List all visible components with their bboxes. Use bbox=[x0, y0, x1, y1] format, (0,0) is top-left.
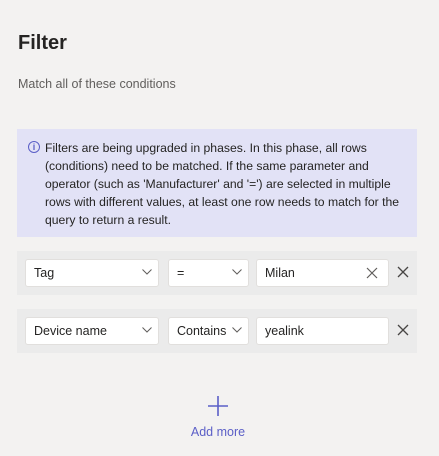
value-input[interactable]: Milan bbox=[256, 259, 389, 287]
info-banner: i Filters are being upgraded in phases. … bbox=[17, 129, 417, 237]
parameter-dropdown[interactable]: Tag bbox=[25, 259, 159, 287]
value-text: yealink bbox=[265, 324, 304, 338]
operator-dropdown[interactable]: Contains bbox=[168, 317, 249, 345]
page-title: Filter bbox=[18, 32, 67, 54]
add-more-label: Add more bbox=[190, 425, 246, 439]
value-text: Milan bbox=[265, 266, 295, 280]
chevron-down-icon bbox=[232, 268, 242, 276]
operator-value: Contains bbox=[177, 324, 227, 338]
remove-condition-icon[interactable] bbox=[397, 324, 409, 336]
condition-row: Device name Contains yealink bbox=[17, 309, 417, 353]
parameter-value: Tag bbox=[34, 266, 55, 280]
chevron-down-icon bbox=[142, 268, 152, 276]
clear-value-icon[interactable] bbox=[366, 267, 378, 279]
info-icon: i bbox=[28, 141, 40, 153]
condition-row: Tag = Milan bbox=[17, 251, 417, 295]
info-text: Filters are being upgraded in phases. In… bbox=[45, 141, 400, 227]
operator-value: = bbox=[177, 266, 185, 280]
filter-panel: Filter Match all of these conditions i F… bbox=[0, 0, 439, 456]
chevron-down-icon bbox=[142, 326, 152, 334]
parameter-value: Device name bbox=[34, 324, 107, 338]
operator-dropdown[interactable]: = bbox=[168, 259, 249, 287]
chevron-down-icon bbox=[232, 326, 242, 334]
add-more-button[interactable]: Add more bbox=[186, 394, 250, 444]
value-input[interactable]: yealink bbox=[256, 317, 389, 345]
plus-icon bbox=[208, 396, 228, 416]
remove-condition-icon[interactable] bbox=[397, 266, 409, 278]
parameter-dropdown[interactable]: Device name bbox=[25, 317, 159, 345]
page-subtitle: Match all of these conditions bbox=[18, 77, 176, 91]
